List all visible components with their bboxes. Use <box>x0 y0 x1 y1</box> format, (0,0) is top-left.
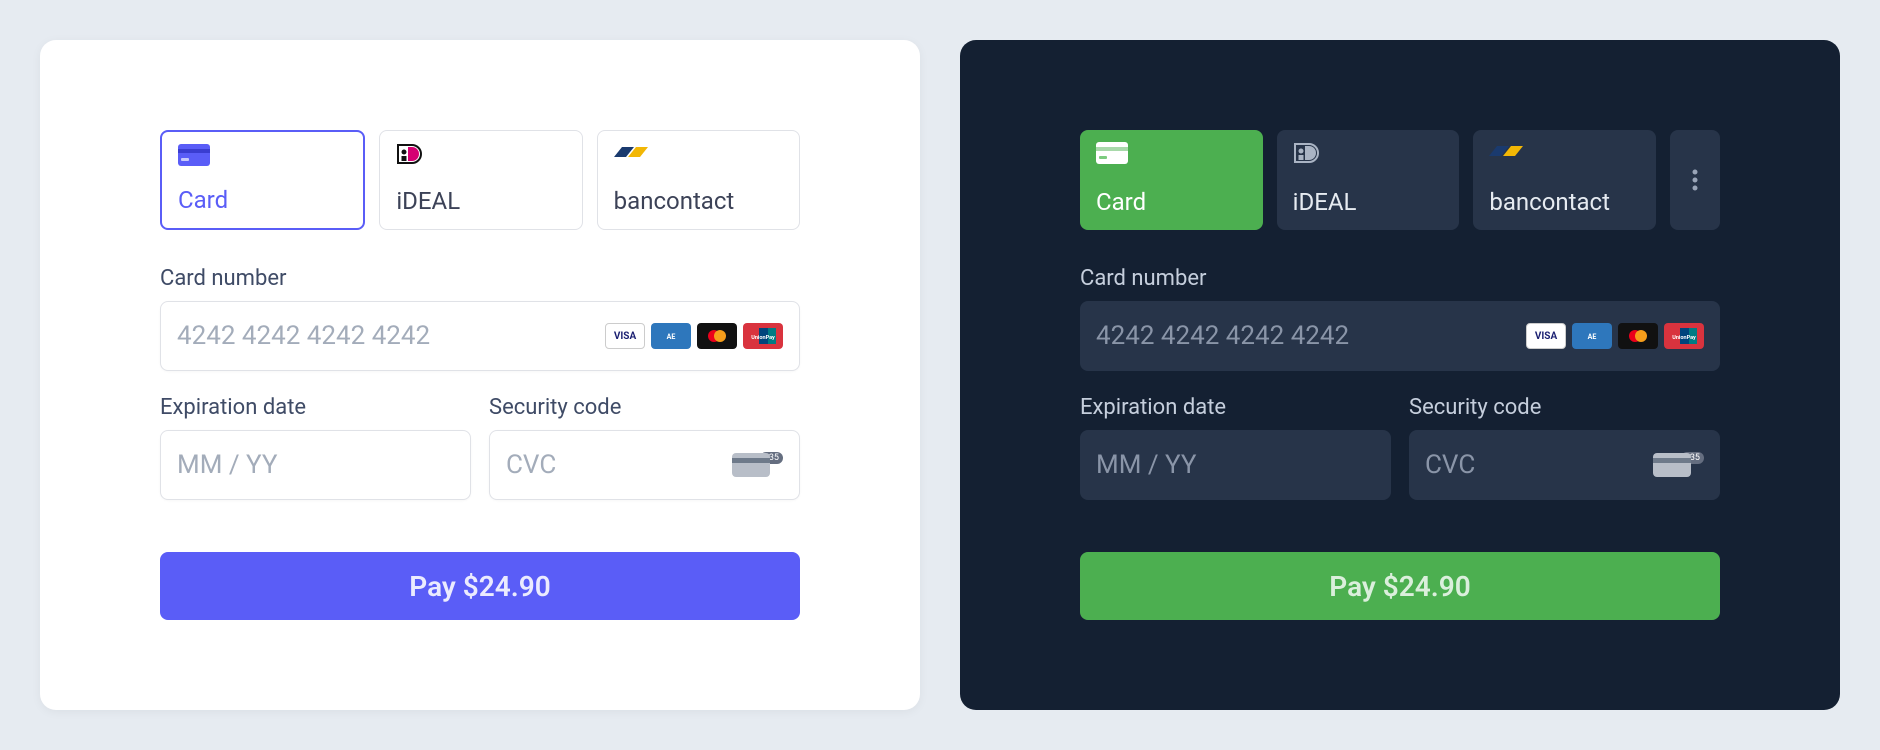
tab-ideal-label: iDEAL <box>1293 188 1444 216</box>
tab-bancontact[interactable]: bancontact <box>597 130 800 230</box>
card-number-placeholder: 4242 4242 4242 4242 <box>177 321 605 351</box>
card-icon <box>178 144 210 166</box>
card-number-label: Card number <box>160 266 800 291</box>
ideal-icon <box>1293 142 1325 164</box>
tab-bancontact-label: bancontact <box>1489 188 1640 216</box>
tab-bancontact[interactable]: bancontact <box>1473 130 1656 230</box>
cvc-field: Security code CVC 135 <box>489 395 800 500</box>
card-number-label: Card number <box>1080 266 1720 291</box>
card-icon <box>1096 142 1128 164</box>
svg-text:UnionPay: UnionPay <box>751 335 775 341</box>
pay-button-label: Pay $24.90 <box>1329 570 1470 603</box>
more-methods-button[interactable] <box>1670 130 1720 230</box>
cvc-field: Security code CVC 135 <box>1409 395 1720 500</box>
tab-card[interactable]: Card <box>1080 130 1263 230</box>
cvc-input[interactable]: CVC 135 <box>489 430 800 500</box>
tab-ideal[interactable]: iDEAL <box>379 130 582 230</box>
card-number-input[interactable]: 4242 4242 4242 4242 VISA AE UnionPay <box>1080 301 1720 371</box>
card-number-field: Card number 4242 4242 4242 4242 VISA AE … <box>160 266 800 371</box>
tab-card[interactable]: Card <box>160 130 365 230</box>
expiration-label: Expiration date <box>160 395 471 420</box>
payment-method-tabs: Card iDEAL bancontact <box>160 130 800 230</box>
expiration-input[interactable]: MM / YY <box>1080 430 1391 500</box>
pay-button-label: Pay $24.90 <box>409 570 550 603</box>
svg-text:AE: AE <box>667 333 676 341</box>
ideal-icon <box>396 143 428 165</box>
payment-form-light: Card iDEAL bancontact Card number 4242 4… <box>40 40 920 710</box>
card-brand-logos: VISA AE UnionPay <box>1526 323 1704 349</box>
tab-ideal-label: iDEAL <box>396 187 565 215</box>
visa-icon: VISA <box>605 323 645 349</box>
cvc-placeholder: CVC <box>1425 450 1653 480</box>
tab-card-label: Card <box>1096 188 1247 216</box>
svg-text:UnionPay: UnionPay <box>1672 335 1696 341</box>
cvc-label: Security code <box>1409 395 1720 420</box>
expiration-field: Expiration date MM / YY <box>1080 395 1391 500</box>
amex-icon: AE <box>1572 323 1612 349</box>
unionpay-icon: UnionPay <box>1664 323 1704 349</box>
payment-method-tabs: Card iDEAL bancontact <box>1080 130 1720 230</box>
amex-icon: AE <box>651 323 691 349</box>
visa-icon: VISA <box>1526 323 1566 349</box>
cvc-placeholder: CVC <box>506 450 732 480</box>
svg-text:AE: AE <box>1588 333 1597 341</box>
cvc-input[interactable]: CVC 135 <box>1409 430 1720 500</box>
mastercard-icon <box>697 323 737 349</box>
cvc-hint-icon: 135 <box>732 453 783 477</box>
tab-card-label: Card <box>178 186 347 214</box>
bancontact-icon <box>1489 142 1521 164</box>
cvc-label: Security code <box>489 395 800 420</box>
mastercard-icon <box>1618 323 1658 349</box>
cvc-hint-icon: 135 <box>1653 453 1704 477</box>
pay-button[interactable]: Pay $24.90 <box>1080 552 1720 620</box>
card-number-input[interactable]: 4242 4242 4242 4242 VISA AE UnionPay <box>160 301 800 371</box>
card-number-placeholder: 4242 4242 4242 4242 <box>1096 321 1526 351</box>
expiration-input[interactable]: MM / YY <box>160 430 471 500</box>
bancontact-icon <box>614 143 646 165</box>
pay-button[interactable]: Pay $24.90 <box>160 552 800 620</box>
card-brand-logos: VISA AE UnionPay <box>605 323 783 349</box>
expiration-placeholder: MM / YY <box>1096 450 1375 480</box>
kebab-icon <box>1692 168 1698 192</box>
expiration-placeholder: MM / YY <box>177 450 454 480</box>
tab-ideal[interactable]: iDEAL <box>1277 130 1460 230</box>
card-number-field: Card number 4242 4242 4242 4242 VISA AE … <box>1080 266 1720 371</box>
unionpay-icon: UnionPay <box>743 323 783 349</box>
expiration-field: Expiration date MM / YY <box>160 395 471 500</box>
tab-bancontact-label: bancontact <box>614 187 783 215</box>
expiration-label: Expiration date <box>1080 395 1391 420</box>
payment-form-dark: Card iDEAL bancontact Card number 4242 4… <box>960 40 1840 710</box>
